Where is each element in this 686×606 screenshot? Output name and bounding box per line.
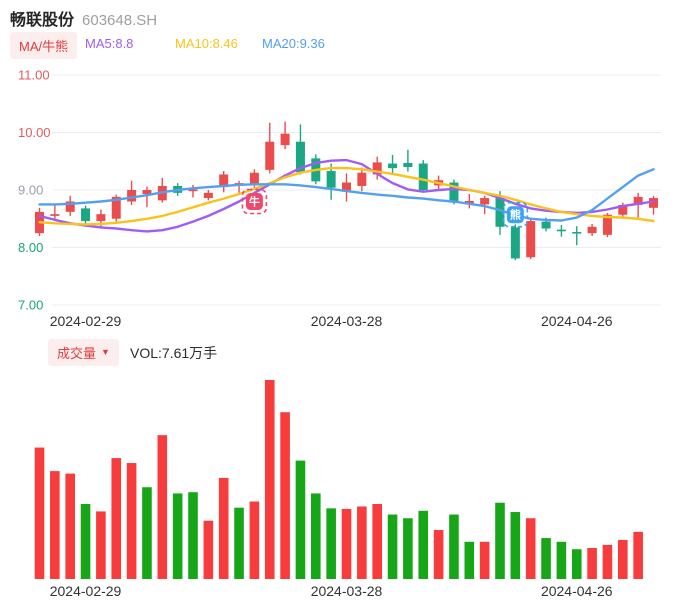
volume-bar — [387, 514, 398, 579]
volume-bar — [464, 541, 475, 579]
svg-text:牛: 牛 — [249, 195, 260, 209]
volume-bar — [111, 458, 122, 579]
candlestick-chart[interactable]: 11.00 10.00 9.00 8.00 7.00 牛熊 — [0, 60, 686, 312]
stock-name: 畅联股份 — [10, 12, 75, 29]
volume-bar — [50, 471, 60, 579]
volume-bar — [203, 520, 214, 579]
header: 畅联股份 603648.SH — [10, 6, 157, 30]
volume-bar — [188, 492, 198, 579]
y-axis-label: 7.00 — [18, 298, 43, 313]
candle — [587, 223, 597, 236]
candle — [203, 190, 213, 201]
candle — [234, 180, 244, 193]
candle — [526, 217, 536, 259]
svg-text:熊: 熊 — [510, 208, 521, 222]
volume-bar — [525, 518, 536, 579]
x-axis-label: 2024-02-29 — [49, 583, 122, 599]
candle — [418, 160, 428, 192]
volume-bar — [433, 530, 444, 579]
volume-bar — [34, 447, 45, 579]
dropdown-arrow-icon: ▼ — [101, 347, 110, 357]
volume-bar — [618, 539, 628, 579]
volume-bar — [295, 460, 306, 579]
volume-bar — [571, 549, 582, 579]
candle — [357, 167, 367, 192]
volume-bar — [172, 493, 183, 579]
candle — [280, 121, 290, 150]
candle — [464, 194, 474, 209]
volume-toggle-label: 成交量 — [57, 346, 97, 361]
x-axis-label: 2024-02-29 — [49, 313, 122, 329]
candle — [81, 205, 91, 225]
volume-bar — [126, 463, 137, 579]
candle — [403, 149, 413, 172]
volume-bar — [602, 544, 613, 579]
kchart-x-axis: 2024-02-29 2024-03-28 2024-04-26 — [0, 313, 686, 331]
volume-bar — [218, 477, 229, 579]
volume-bar — [556, 541, 567, 579]
volume-x-axis: 2024-02-29 2024-03-28 2024-04-26 — [0, 583, 686, 601]
bull-marker[interactable]: 牛 — [241, 188, 268, 215]
x-axis-label: 2024-03-28 — [310, 583, 383, 599]
x-axis-label: 2024-04-26 — [540, 583, 613, 599]
ma-bullbear-toggle[interactable]: MA/牛熊 — [10, 32, 78, 59]
volume-bar — [449, 514, 459, 579]
candle — [388, 154, 398, 174]
volume-bar — [311, 493, 321, 579]
y-axis-label: 9.00 — [18, 183, 43, 198]
y-axis-label: 8.00 — [18, 240, 43, 255]
volume-bar — [633, 531, 643, 579]
volume-bar — [418, 510, 429, 579]
y-axis-label: 10.00 — [18, 125, 51, 140]
volume-bar — [357, 506, 367, 579]
volume-type-dropdown[interactable]: 成交量 ▼ — [48, 339, 119, 366]
candle — [572, 226, 582, 246]
volume-bar — [264, 379, 275, 579]
volume-bar — [341, 508, 352, 579]
volume-bar — [65, 473, 75, 579]
x-axis-label: 2024-04-26 — [540, 313, 613, 329]
volume-bar — [479, 541, 490, 579]
volume-bar — [249, 501, 260, 579]
volume-bar — [495, 502, 505, 579]
volume-bar — [403, 518, 413, 579]
candle — [510, 224, 520, 261]
volume-bar — [541, 538, 551, 579]
volume-readout: VOL:7.61万手 — [130, 345, 218, 361]
volume-bar — [96, 511, 106, 579]
stock-chart-app: 畅联股份 603648.SH MA/牛熊 MA5:8.8 MA10:8.46 M… — [0, 0, 686, 606]
volume-bar — [80, 503, 91, 579]
volume-bar — [280, 412, 290, 579]
volume-bar — [157, 435, 168, 579]
ma-legend: MA/牛熊 MA5:8.8 MA10:8.46 MA20:9.36 — [0, 32, 686, 59]
x-axis-label: 2024-03-28 — [310, 313, 383, 329]
candle — [649, 195, 658, 215]
candle — [157, 177, 167, 203]
volume-bar — [372, 503, 382, 579]
volume-bar — [326, 508, 336, 579]
candle — [265, 122, 275, 174]
ma20-value: MA20:9.36 — [262, 36, 325, 51]
volume-legend: 成交量 ▼ VOL:7.61万手 — [0, 339, 686, 366]
volume-bar — [142, 487, 152, 579]
candle — [127, 180, 137, 205]
y-axis-label: 11.00 — [18, 68, 50, 83]
volume-chart[interactable] — [0, 365, 686, 580]
candle — [188, 184, 198, 198]
candle — [65, 195, 75, 216]
candle — [342, 173, 351, 202]
volume-bar — [587, 548, 597, 579]
volume-bar — [510, 512, 521, 579]
ma10-value: MA10:8.46 — [175, 36, 238, 51]
volume-bar — [234, 507, 244, 579]
candle — [219, 171, 229, 193]
ma5-value: MA5:8.8 — [85, 36, 134, 51]
stock-code: 603648.SH — [82, 12, 158, 29]
candle — [556, 225, 566, 237]
